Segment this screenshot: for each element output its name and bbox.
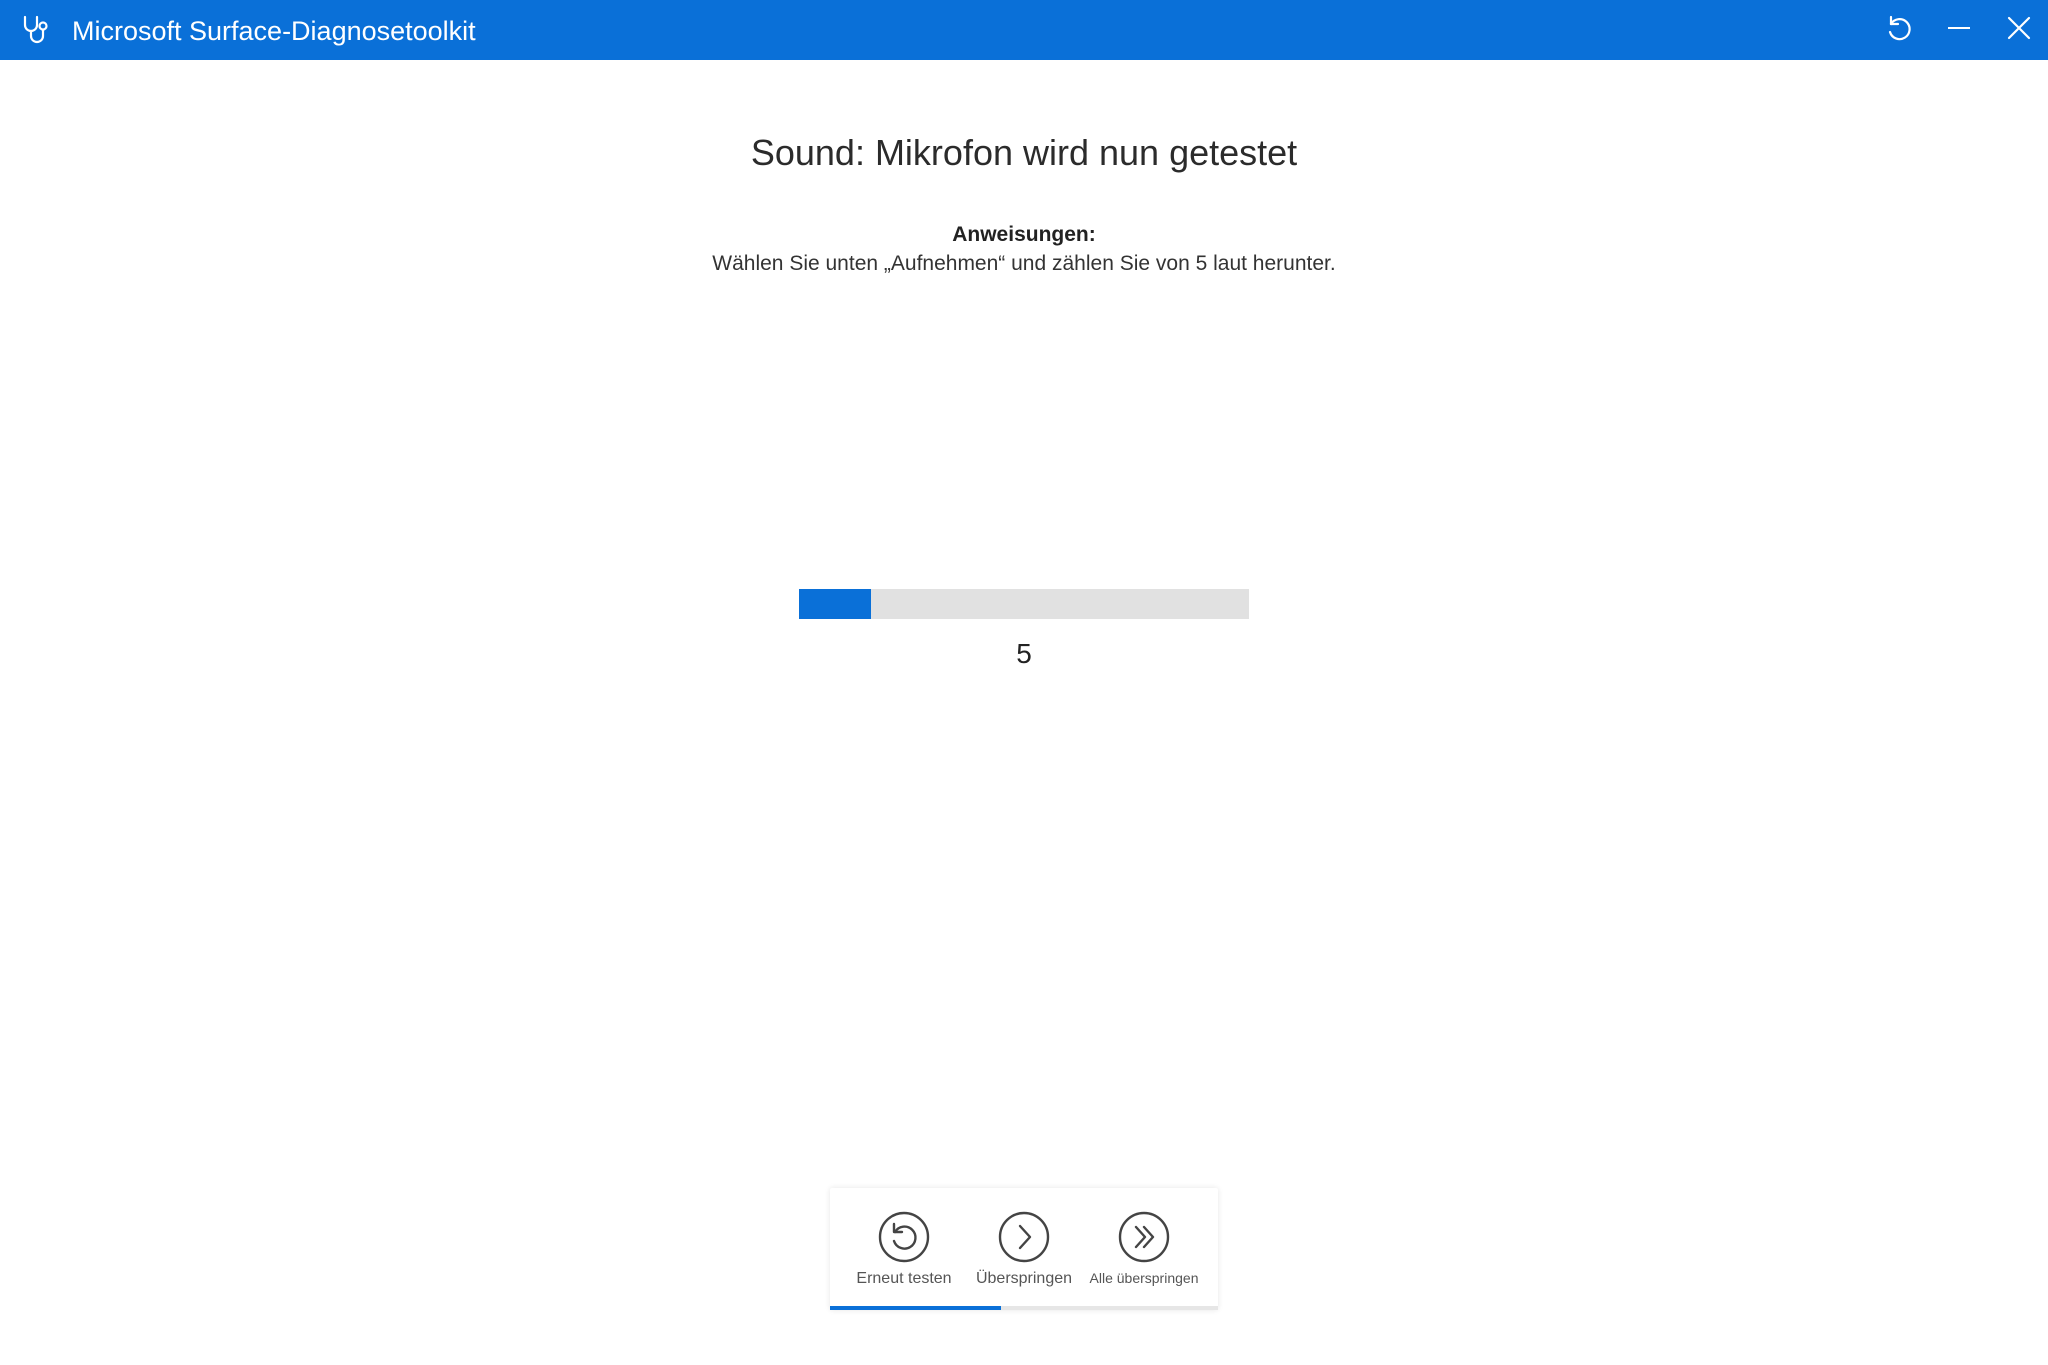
skip-label: Überspringen xyxy=(975,1270,1073,1287)
retry-button[interactable]: Erneut testen xyxy=(844,1188,964,1306)
skip-all-icon xyxy=(1117,1210,1171,1264)
recording-progress-fill xyxy=(799,589,871,619)
instructions-text: Wählen Sie unten „Aufnehmen“ und zählen … xyxy=(712,252,1336,275)
skip-icon xyxy=(997,1210,1051,1264)
app-window: Microsoft Surface-Diagnosetoolkit Sound:… xyxy=(0,0,2048,1365)
instructions-label: Anweisungen: xyxy=(952,223,1096,246)
skip-button[interactable]: Überspringen xyxy=(964,1188,1084,1306)
close-button[interactable] xyxy=(1990,0,2048,60)
retry-label: Erneut testen xyxy=(856,1270,952,1287)
action-bar: Erneut testen Überspringen Alle überspri… xyxy=(830,1188,1218,1310)
title-bar: Microsoft Surface-Diagnosetoolkit xyxy=(0,0,2048,60)
window-title: Microsoft Surface-Diagnosetoolkit xyxy=(72,16,476,46)
stethoscope-icon xyxy=(20,14,52,46)
skip-all-label: Alle überspringen xyxy=(1089,1270,1199,1286)
minimize-icon xyxy=(1945,14,1973,47)
action-progress-track xyxy=(830,1306,1218,1310)
recording-progress-bar xyxy=(799,589,1249,619)
action-progress-fill xyxy=(830,1306,1001,1310)
close-icon xyxy=(2005,14,2033,47)
minimize-button[interactable] xyxy=(1930,0,1988,60)
retry-icon xyxy=(877,1210,931,1264)
skip-all-button[interactable]: Alle überspringen xyxy=(1084,1188,1204,1306)
countdown-value: 5 xyxy=(1016,638,1032,669)
refresh-icon xyxy=(1884,13,1914,48)
page-title: Sound: Mikrofon wird nun getestet xyxy=(750,132,1298,173)
refresh-button[interactable] xyxy=(1870,0,1928,60)
